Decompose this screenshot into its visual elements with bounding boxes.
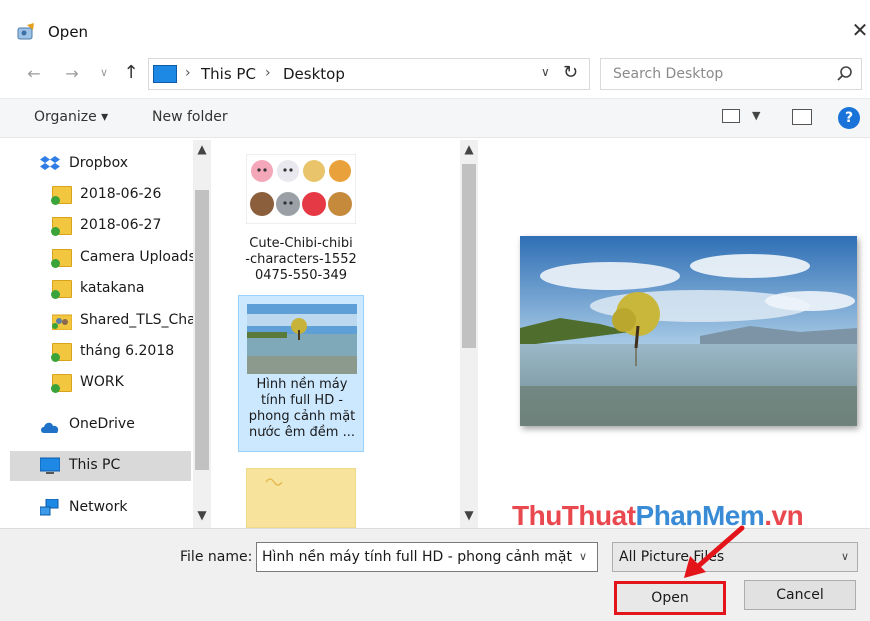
- navigation-scrollbar[interactable]: ▲ ▼: [193, 140, 211, 528]
- red-arrow-annotation-icon: [684, 525, 745, 578]
- scroll-down-arrow-icon[interactable]: ▼: [460, 508, 478, 522]
- scroll-down-arrow-icon[interactable]: ▼: [193, 508, 211, 522]
- file-name-line: 0475-550-349: [254, 268, 348, 283]
- file-name-line: Hình nền máy: [256, 377, 348, 392]
- help-icon[interactable]: ?: [838, 107, 860, 129]
- open-button[interactable]: Open: [614, 581, 726, 615]
- sidebar-item-label: OneDrive: [69, 416, 135, 432]
- file-list: Cute-Chibi-chibi -characters-1552 0475-5…: [215, 140, 483, 528]
- forward-arrow-icon[interactable]: →: [62, 64, 82, 84]
- sidebar-item-label: katakana: [80, 280, 145, 296]
- file-item[interactable]: Cute-Chibi-chibi -characters-1552 0475-5…: [238, 146, 364, 294]
- onedrive-icon: [41, 422, 59, 433]
- file-thumbnail: [247, 304, 357, 374]
- folder-icon: [51, 217, 72, 236]
- scroll-up-arrow-icon[interactable]: ▲: [460, 142, 478, 156]
- title-bar: Open ✕: [0, 0, 870, 50]
- file-name-field[interactable]: Hình nền máy tính full HD - phong cảnh m…: [256, 542, 598, 572]
- sidebar-item-folder[interactable]: 2018-06-27: [0, 211, 190, 241]
- organize-button[interactable]: Organize ▾: [34, 109, 108, 125]
- this-pc-icon: [153, 65, 177, 83]
- file-thumbnail: [246, 154, 356, 224]
- sidebar-item-folder[interactable]: Shared_TLS_Cha: [0, 306, 196, 336]
- sidebar-item-label: Network: [69, 499, 128, 515]
- file-item[interactable]: [238, 460, 364, 528]
- file-name-line: -characters-1552: [245, 252, 357, 267]
- this-pc-icon: [40, 457, 60, 474]
- refresh-icon[interactable]: ↻: [563, 62, 578, 83]
- breadcrumb-desktop[interactable]: Desktop: [283, 65, 345, 83]
- network-icon: [40, 499, 59, 516]
- file-name-line: tính full HD -: [260, 393, 344, 408]
- sidebar-item-label: Camera Uploads: [80, 249, 196, 265]
- sidebar-item-folder[interactable]: katakana: [0, 274, 190, 304]
- window-title: Open: [48, 23, 89, 41]
- sidebar-item-label: WORK: [80, 374, 124, 390]
- folder-icon: [51, 280, 72, 299]
- sidebar-item-network[interactable]: Network: [0, 493, 190, 523]
- search-placeholder: Search Desktop: [613, 66, 724, 82]
- command-bar: Organize ▾ New folder ▼ ?: [0, 98, 870, 138]
- sidebar-item-dropbox[interactable]: Dropbox: [0, 149, 190, 179]
- folder-icon: [51, 374, 72, 393]
- sidebar-item-folder[interactable]: Camera Uploads: [0, 243, 196, 273]
- scrollbar-thumb[interactable]: [195, 190, 209, 470]
- search-input[interactable]: Search Desktop: [600, 58, 862, 90]
- new-folder-button[interactable]: New folder: [152, 109, 228, 125]
- sidebar-item-this-pc[interactable]: This PC: [10, 451, 191, 481]
- file-list-scrollbar[interactable]: ▲ ▼: [460, 140, 478, 528]
- sidebar-item-onedrive[interactable]: OneDrive: [0, 410, 190, 440]
- recent-locations-chevron-icon[interactable]: ∨: [96, 66, 112, 84]
- sidebar-item-label: tháng 6.2018: [80, 343, 175, 359]
- search-icon[interactable]: [835, 64, 855, 84]
- sidebar-item-folder[interactable]: 2018-06-26: [0, 180, 190, 210]
- up-arrow-icon[interactable]: ↑: [120, 62, 142, 84]
- sidebar-item-label: This PC: [69, 457, 121, 473]
- back-arrow-icon[interactable]: ←: [24, 64, 44, 84]
- sidebar-item-label: Shared_TLS_Cha: [80, 312, 196, 328]
- address-bar[interactable]: › This PC › Desktop ∨ ↻: [148, 58, 590, 90]
- sidebar-item-folder[interactable]: WORK: [0, 368, 190, 398]
- sidebar-item-label: 2018-06-27: [80, 217, 162, 233]
- file-thumbnail: [246, 468, 356, 528]
- sidebar-item-label: Dropbox: [69, 155, 128, 171]
- scroll-up-arrow-icon[interactable]: ▲: [193, 142, 211, 156]
- shared-folder-icon: [52, 314, 72, 330]
- sidebar-item-label: 2018-06-26: [80, 186, 162, 202]
- file-name-value: Hình nền máy tính full HD - phong cảnh m…: [262, 549, 572, 565]
- file-name-line: Cute-Chibi-chibi: [249, 236, 353, 251]
- file-name-label: File name:: [180, 549, 253, 565]
- change-view-icon[interactable]: [722, 109, 740, 123]
- dropbox-icon: [40, 156, 60, 170]
- folder-icon: [51, 249, 72, 268]
- file-name-line: nước êm đềm ...: [249, 425, 355, 440]
- address-dropdown-chevron-icon[interactable]: ∨: [541, 65, 550, 79]
- file-item-selected[interactable]: Hình nền máy tính full HD - phong cảnh m…: [238, 295, 364, 452]
- watermark-part: ThuThuat: [512, 500, 636, 531]
- watermark-part: .vn: [764, 500, 804, 531]
- navigation-pane: Dropbox 2018-06-26 2018-06-27 Camera Upl…: [0, 140, 215, 528]
- close-icon[interactable]: ✕: [848, 18, 870, 42]
- chevron-down-icon[interactable]: ∨: [841, 550, 849, 563]
- chevron-down-icon[interactable]: ∨: [579, 550, 587, 563]
- cancel-button[interactable]: Cancel: [744, 580, 856, 610]
- preview-pane-icon[interactable]: [792, 109, 812, 125]
- folder-icon: [51, 186, 72, 205]
- breadcrumb-separator-icon: ›: [265, 65, 271, 81]
- app-icon: [17, 23, 34, 40]
- view-options-dropdown-icon[interactable]: ▼: [752, 109, 760, 122]
- preview-image: [520, 236, 857, 426]
- folder-icon: [51, 343, 72, 362]
- file-name-line: phong cảnh mặt: [248, 409, 356, 424]
- scrollbar-thumb[interactable]: [462, 164, 476, 348]
- breadcrumb-separator-icon: ›: [185, 65, 191, 81]
- breadcrumb-this-pc[interactable]: This PC: [201, 65, 256, 83]
- sidebar-item-folder[interactable]: tháng 6.2018: [0, 337, 190, 367]
